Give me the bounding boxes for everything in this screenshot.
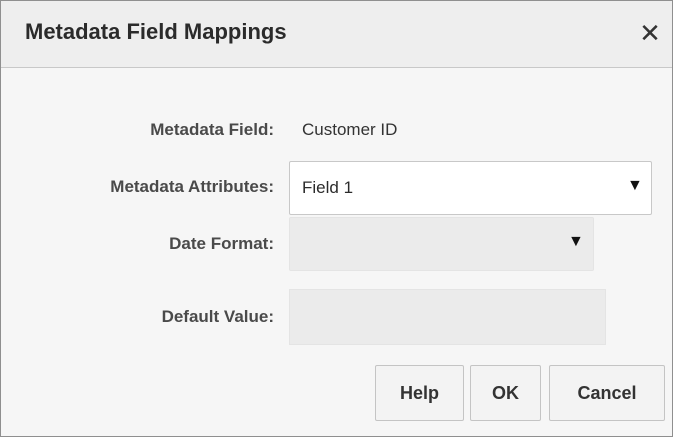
cancel-button[interactable]: Cancel <box>549 365 665 421</box>
default-value-input[interactable] <box>289 289 606 345</box>
metadata-attributes-select[interactable]: Field 1 ▼ <box>289 161 652 215</box>
dialog-title: Metadata Field Mappings <box>25 19 287 44</box>
date-format-label: Date Format: <box>169 234 274 253</box>
dropdown-arrow-icon: ▼ <box>568 233 584 250</box>
metadata-field-mappings-dialog: Metadata Field Mappings ✕ Metadata Field… <box>0 0 673 437</box>
ok-button[interactable]: OK <box>470 365 541 421</box>
metadata-field-label: Metadata Field: <box>150 120 274 139</box>
default-value-label: Default Value: <box>161 307 274 326</box>
metadata-attributes-label: Metadata Attributes: <box>110 177 274 196</box>
date-format-select[interactable]: ▼ <box>289 217 594 271</box>
metadata-attributes-selected-value: Field 1 <box>302 178 354 197</box>
dialog-title-bar: Metadata Field Mappings ✕ <box>1 1 672 68</box>
close-icon[interactable]: ✕ <box>635 15 665 51</box>
help-button[interactable]: Help <box>375 365 464 421</box>
dropdown-arrow-icon: ▼ <box>627 177 643 194</box>
metadata-field-value: Customer ID <box>302 120 398 139</box>
